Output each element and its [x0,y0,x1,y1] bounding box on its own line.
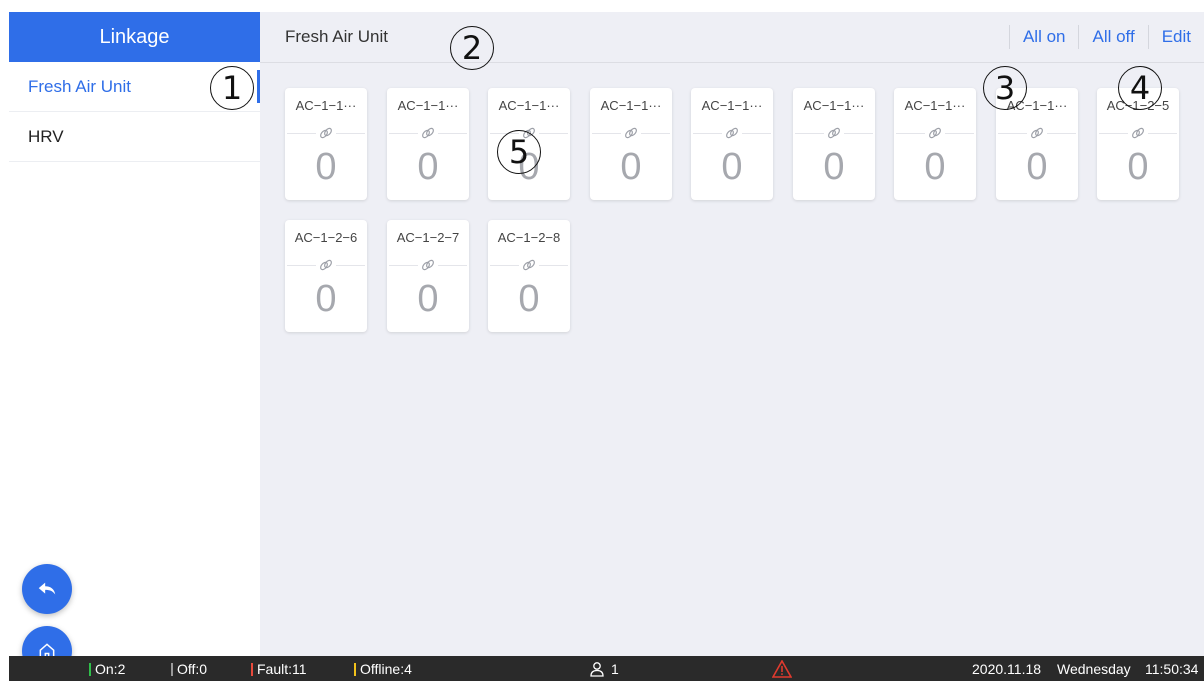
main-panel: Fresh Air Unit All on All off Edit AC−1−… [260,12,1204,656]
device-card-name: AC−1−1··· [498,98,560,113]
status-bar: On:2 Off:0 Fault:11 Offline:4 1 2020.11.… [9,656,1204,681]
status-offline: Offline:4 [354,661,412,677]
device-card-value: 0 [1026,146,1048,188]
status-off-marker [171,662,173,676]
link-icon [828,127,840,139]
device-card-name: AC−1−1··· [295,98,357,113]
device-card-link [1128,124,1148,142]
sidebar: Linkage Fresh Air Unit HRV [9,12,260,656]
link-icon [422,259,434,271]
link-icon [1132,127,1144,139]
action-bar: All on All off Edit [1008,25,1204,49]
topbar: Fresh Air Unit All on All off Edit [260,12,1204,63]
link-icon [320,259,332,271]
device-card-value: 0 [620,146,642,188]
user-count-text: 1 [611,661,619,677]
sidebar-item-label: Fresh Air Unit [28,76,131,96]
link-icon [929,127,941,139]
device-card-value: 0 [315,146,337,188]
device-card-value: 0 [721,146,743,188]
device-card[interactable]: AC−1−2−6 0 [285,220,367,332]
annotation-marker: 3 [983,66,1027,110]
sidebar-item-hrv[interactable]: HRV [9,112,260,162]
link-icon [523,259,535,271]
device-card-link [519,256,539,274]
device-card[interactable]: AC−1−1··· 0 [285,88,367,200]
link-icon [1031,127,1043,139]
device-card-link [621,124,641,142]
device-card-link [418,124,438,142]
device-card[interactable]: AC−1−1··· 0 [590,88,672,200]
status-offline-marker [354,662,356,676]
status-off-text: Off:0 [177,661,208,677]
annotation-marker: 4 [1118,66,1162,110]
page-title: Fresh Air Unit [285,27,388,46]
status-offline-text: Offline:4 [360,661,412,677]
status-on-text: On:2 [95,661,126,677]
device-card-name: AC−1−2−8 [497,230,561,245]
all-on-button[interactable]: All on [1008,25,1079,49]
status-date: 2020.11.18 [972,661,1042,677]
device-card[interactable]: AC−1−1··· 0 [387,88,469,200]
device-card[interactable]: AC−1−2−8 0 [488,220,570,332]
link-icon [320,127,332,139]
device-card-link [316,256,336,274]
device-card[interactable]: AC−1−1··· 0 [894,88,976,200]
link-icon [726,127,738,139]
status-fault: Fault:11 [251,661,307,677]
device-card-name: AC−1−2−7 [396,230,460,245]
device-card[interactable]: AC−1−1··· 0 [691,88,773,200]
back-button[interactable] [22,564,72,614]
all-off-button[interactable]: All off [1078,25,1147,49]
annotation-marker: 2 [450,26,494,70]
device-card-name: AC−1−1··· [600,98,662,113]
annotation-marker: 1 [210,66,254,110]
user-count: 1 [589,661,619,677]
device-card-value: 0 [417,278,439,320]
device-card-value: 0 [417,146,439,188]
status-fault-text: Fault:11 [257,661,307,677]
device-card-value: 0 [518,278,540,320]
device-card-link [316,124,336,142]
device-card-name: AC−1−1··· [904,98,966,113]
device-card-name: AC−1−1··· [397,98,459,113]
status-time: 11:50:34 [1145,661,1199,677]
device-card-name: AC−1−2−6 [294,230,358,245]
device-card-value: 0 [924,146,946,188]
device-card-value: 0 [315,278,337,320]
sidebar-header: Linkage [9,12,260,62]
back-arrow-icon [38,582,56,595]
edit-button[interactable]: Edit [1147,25,1204,49]
status-off: Off:0 [171,661,207,677]
device-card-name: AC−1−1··· [803,98,865,113]
device-card-link [824,124,844,142]
annotation-marker: 5 [497,130,541,174]
user-icon [590,662,604,677]
warning-icon[interactable] [772,660,792,678]
device-card-link [722,124,742,142]
status-weekday: Wednesday [1057,661,1131,677]
status-on: On:2 [89,661,125,677]
link-icon [625,127,637,139]
device-card[interactable]: AC−1−2−7 0 [387,220,469,332]
status-on-marker [89,662,91,676]
device-card-link [1027,124,1047,142]
device-card[interactable]: AC−1−1··· 0 [793,88,875,200]
device-card-value: 0 [1127,146,1149,188]
device-card-value: 0 [823,146,845,188]
app-root: Linkage Fresh Air Unit HRV Fresh Air Uni… [0,0,1204,681]
status-fault-marker [251,662,253,676]
device-card-link [925,124,945,142]
sidebar-item-label: HRV [28,126,64,146]
device-card-name: AC−1−1··· [701,98,763,113]
link-icon [422,127,434,139]
device-card-link [418,256,438,274]
